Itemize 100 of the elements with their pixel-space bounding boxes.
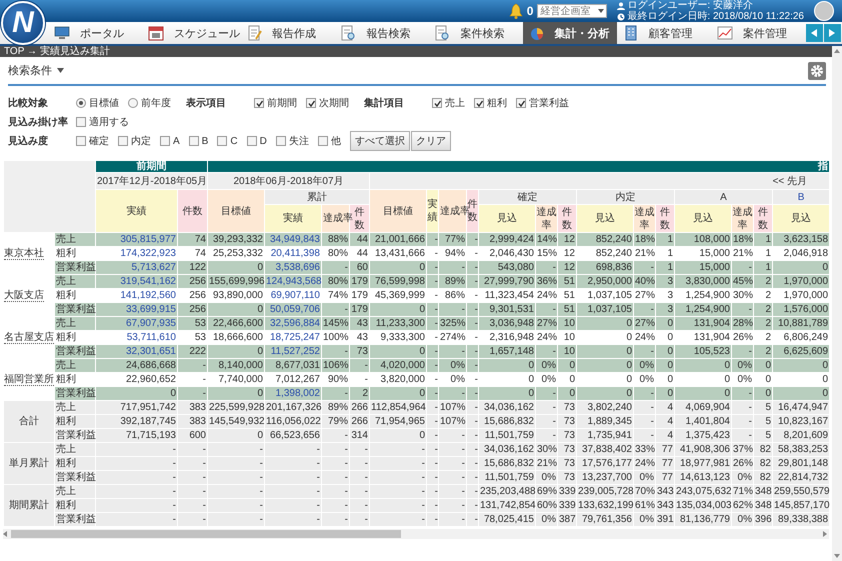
column-header: 実績	[264, 204, 322, 232]
column-header: 前期間	[96, 160, 208, 172]
horizontal-scrollbar[interactable]	[3, 529, 829, 539]
table-cell[interactable]: 319,541,162	[96, 274, 178, 288]
table-cell: 0	[772, 358, 830, 372]
radio-button[interactable]	[128, 98, 138, 108]
table-cell: 37,838,402	[576, 442, 634, 456]
table-cell: -	[264, 456, 322, 470]
table-cell: 698,836	[576, 260, 634, 274]
checkbox[interactable]	[188, 136, 199, 146]
nav-tab[interactable]: 報告検索	[334, 22, 428, 44]
table-cell: -	[178, 442, 208, 456]
checkbox[interactable]	[217, 136, 228, 146]
table-cell[interactable]: 33,699,915	[96, 302, 178, 316]
prev-month-link[interactable]: << 先月	[772, 176, 808, 186]
nav-tab[interactable]: 顧客管理	[616, 22, 711, 44]
nav-tab[interactable]: 報告作成	[240, 22, 334, 44]
checkbox-label[interactable]: 次期間	[319, 96, 349, 110]
table-cell: 112,854,964	[370, 400, 426, 414]
table-cell[interactable]: 32,301,651	[96, 344, 178, 358]
table-cell[interactable]: 67,907,935	[96, 316, 178, 330]
table-cell: 543,080	[478, 260, 536, 274]
checkbox-label[interactable]: D	[260, 136, 267, 146]
checkbox[interactable]	[516, 98, 526, 108]
table-cell: 1,375,423	[674, 428, 732, 442]
row-header: 粗利	[54, 498, 96, 512]
radio-button[interactable]	[76, 98, 86, 108]
filter-button[interactable]: すべて選択	[350, 131, 410, 151]
table-cell: -	[264, 498, 322, 512]
checkbox-label[interactable]: 前期間	[267, 96, 297, 110]
table-cell[interactable]: 1,398,002	[264, 386, 322, 400]
checkbox[interactable]	[118, 136, 128, 146]
table-cell: 108,000	[674, 232, 732, 246]
nav-tab[interactable]: 案件管理	[710, 22, 805, 44]
checkbox-label[interactable]: 確定	[89, 134, 109, 148]
nav-tab[interactable]: ポータル	[48, 22, 142, 44]
table-cell[interactable]: 3,538,696	[264, 260, 322, 274]
table-cell: 0	[370, 344, 426, 358]
radio-label[interactable]: 前年度	[141, 96, 171, 110]
table-cell[interactable]: 50,059,706	[264, 302, 322, 316]
checkbox[interactable]	[246, 136, 257, 146]
checkbox-label[interactable]: 売上	[445, 96, 465, 110]
logo[interactable]: N	[1, 1, 45, 45]
table-cell: 0	[576, 344, 634, 358]
table-cell: -	[96, 456, 178, 470]
table-cell: -	[96, 498, 178, 512]
table-cell: -	[322, 442, 350, 456]
checkbox-label[interactable]: B	[202, 136, 208, 146]
checkbox-label[interactable]: C	[230, 136, 238, 146]
line-chart-icon	[716, 25, 733, 41]
column-header[interactable]: B	[772, 190, 830, 204]
table-cell: -	[438, 498, 466, 512]
table-cell[interactable]: 34,949,843	[264, 232, 322, 246]
checkbox[interactable]	[76, 117, 86, 127]
checkbox-label[interactable]: 失注	[288, 134, 309, 148]
table-cell[interactable]: 11,527,252	[264, 344, 322, 358]
nav-tab[interactable]: 案件検索	[428, 22, 523, 44]
table-cell: 3,830,000	[674, 274, 732, 288]
checkbox-label[interactable]: 粗利	[487, 96, 507, 110]
table-cell: 14,613,123	[674, 470, 732, 484]
table-cell[interactable]: 124,943,568	[264, 274, 322, 288]
checkbox[interactable]	[254, 98, 264, 108]
row-header: 営業利益	[54, 386, 96, 400]
table-cell: 1,970,000	[772, 274, 830, 288]
table-cell[interactable]: 32,596,884	[264, 316, 322, 330]
checkbox-label[interactable]: 営業利益	[529, 96, 569, 110]
row-header: 売上	[54, 484, 96, 498]
monitor-icon	[54, 25, 70, 41]
nav-tab[interactable]: スケジュール	[142, 22, 240, 44]
checkbox-label[interactable]: A	[173, 136, 180, 146]
table-cell: -	[322, 386, 350, 400]
column-header: 件数	[754, 204, 772, 232]
settings-button[interactable]	[808, 62, 826, 80]
checkbox[interactable]	[160, 136, 170, 146]
scrollbar-thumb[interactable]	[11, 530, 401, 538]
checkbox-label[interactable]: 適用する	[89, 115, 129, 129]
department-select[interactable]: 経営企画室	[537, 4, 608, 18]
table-cell[interactable]: 5,713,627	[96, 260, 178, 274]
table-cell: 852,240	[576, 232, 634, 246]
checkbox-label[interactable]: 他	[330, 134, 341, 148]
nav-tab[interactable]: 集計・分析	[522, 22, 617, 44]
checkbox[interactable]	[318, 136, 328, 146]
checkbox[interactable]	[76, 136, 86, 146]
table-cell: 0	[674, 386, 732, 400]
table-cell: 135,034,003	[674, 498, 732, 512]
table-cell[interactable]: 305,815,977	[96, 232, 178, 246]
checkbox[interactable]	[474, 98, 484, 108]
avatar[interactable]	[814, 1, 834, 21]
table-cell: 0	[772, 386, 830, 400]
checkbox[interactable]	[276, 136, 286, 146]
checkbox[interactable]	[306, 98, 316, 108]
search-conditions-toggle[interactable]: 検索条件	[8, 63, 52, 78]
table-cell: -	[438, 302, 466, 316]
table-cell: 11,233,300	[370, 316, 426, 330]
checkbox-label[interactable]: 内定	[131, 134, 151, 148]
filter-button[interactable]: クリア	[410, 131, 451, 151]
checkbox[interactable]	[432, 98, 442, 108]
table-cell: 0	[370, 428, 426, 442]
table-cell: 34,036,162	[478, 400, 536, 414]
radio-label[interactable]: 目標値	[89, 96, 119, 110]
